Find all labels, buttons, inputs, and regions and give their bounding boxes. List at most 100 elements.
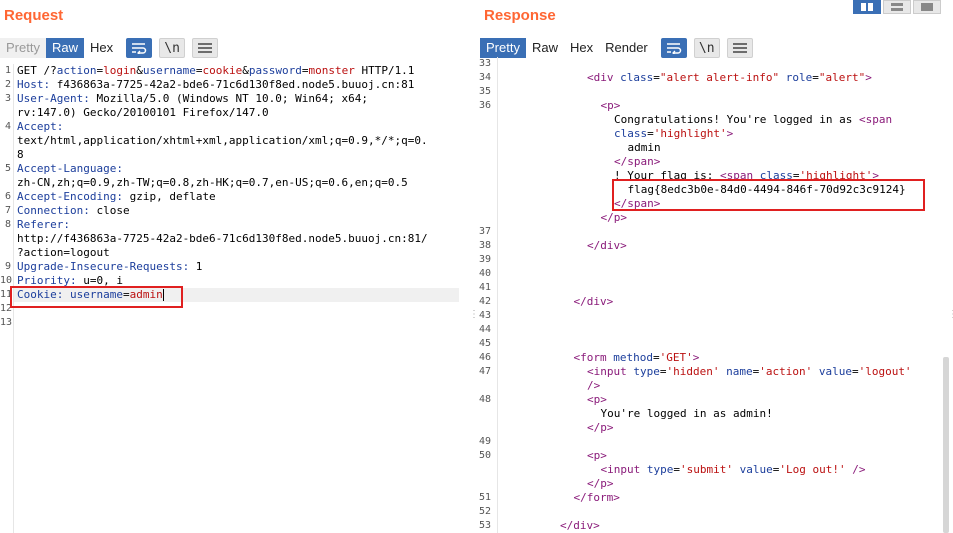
- code-token: 'action': [759, 365, 813, 378]
- code-token: =: [647, 127, 654, 140]
- code-line: Accept:: [17, 120, 63, 134]
- line-number: 41: [478, 282, 491, 293]
- code-line: class='highlight'>: [614, 127, 733, 141]
- line-number: [0, 176, 11, 190]
- layout-horizontal-icon[interactable]: [883, 0, 911, 14]
- code-token: type: [646, 463, 674, 476]
- line-number: 3: [4, 93, 11, 104]
- code-line: rv:147.0) Gecko/20100101 Firefox/147.0: [17, 106, 269, 120]
- pane-divider[interactable]: ⋮: [467, 0, 479, 533]
- code-line: <input type='submit' value='Log out!' />: [601, 463, 866, 477]
- code-line: 8: [17, 148, 24, 162]
- line-number: 53: [478, 520, 491, 531]
- line-number: 43: [478, 310, 491, 321]
- code-token: =: [812, 71, 819, 84]
- code-token: admin: [627, 141, 661, 154]
- response-editor[interactable]: 33 34 <div class="alert alert-info" role="…: [477, 57, 953, 533]
- newline-icon[interactable]: \n: [693, 38, 720, 58]
- flag-highlight-box: [612, 179, 925, 211]
- line-number: [477, 141, 491, 155]
- menu-icon[interactable]: [192, 38, 219, 58]
- code-line: />: [587, 379, 600, 393]
- code-token: You're logged in as admin!: [600, 407, 773, 420]
- line-number: 51: [478, 492, 491, 503]
- code-token: class: [620, 71, 654, 84]
- code-token: 'GET': [659, 351, 693, 364]
- code-token: login: [103, 64, 137, 77]
- line-number: [477, 379, 491, 393]
- wrap-icon[interactable]: [126, 38, 153, 58]
- code-token: </div>: [587, 239, 627, 252]
- line-number: 38: [478, 240, 491, 251]
- line-number: 7: [4, 205, 11, 216]
- line-number: [477, 127, 491, 141]
- line-number: [0, 246, 11, 260]
- code-token: method: [613, 351, 653, 364]
- code-line: </p>: [587, 421, 614, 435]
- code-line: Host: f436863a-7725-42a2-bde6-71c6d130f8…: [17, 78, 414, 92]
- code-token: role: [785, 71, 813, 84]
- line-number: 49: [478, 436, 491, 447]
- code-token: <input: [587, 365, 634, 378]
- code-line: http://f436863a-7725-42a2-bde6-71c6d130f…: [17, 232, 428, 246]
- code-token: </p>: [587, 477, 614, 490]
- request-tab-pretty[interactable]: Pretty: [0, 38, 46, 58]
- code-token: 1: [189, 260, 203, 273]
- code-token: <p>: [600, 99, 621, 112]
- code-token: 'hidden': [666, 365, 720, 378]
- line-number: 9: [4, 261, 11, 272]
- line-number: 8: [4, 219, 11, 230]
- line-number: 50: [478, 450, 491, 461]
- response-tab-pretty[interactable]: Pretty: [480, 38, 526, 58]
- code-line: <input type='hidden' name='action' value…: [587, 365, 912, 379]
- layout-toggle: [853, 0, 943, 14]
- code-token: >: [692, 351, 700, 364]
- code-token: 'highlight': [653, 127, 727, 140]
- menu-icon[interactable]: [726, 38, 753, 58]
- line-number: [477, 463, 491, 477]
- code-token: 'submit': [679, 463, 733, 476]
- code-token: value: [818, 365, 852, 378]
- code-token: >: [726, 127, 734, 140]
- line-number: 40: [478, 268, 491, 279]
- code-token: zh-CN,zh;q=0.9,zh-TW;q=0.8,zh-HK;q=0.7,e…: [17, 176, 408, 189]
- code-token: type: [633, 365, 660, 378]
- code-token: 'logout': [858, 365, 912, 378]
- code-line: Referer:: [17, 218, 70, 232]
- code-token: &: [136, 64, 143, 77]
- code-line: GET /?action=login&username=cookie&passw…: [17, 64, 414, 78]
- code-token: monster: [308, 64, 355, 77]
- request-tab-raw[interactable]: Raw: [45, 38, 84, 58]
- code-token: <span: [859, 113, 893, 126]
- code-token: rv:147.0) Gecko/20100101 Firefox/147.0: [17, 106, 269, 119]
- code-token: />: [852, 463, 866, 476]
- line-number: 39: [478, 254, 491, 265]
- response-tab-raw[interactable]: Raw: [526, 38, 564, 58]
- response-scrollbar[interactable]: [943, 357, 949, 533]
- response-tab-render[interactable]: Render: [599, 38, 654, 58]
- request-tab-hex[interactable]: Hex: [84, 38, 119, 58]
- code-token: <form: [573, 351, 614, 364]
- code-token: HTTP/1.1: [354, 64, 415, 77]
- response-tab-hex[interactable]: Hex: [564, 38, 599, 58]
- code-token: ?action=logout: [17, 246, 110, 259]
- code-token: User-Agent:: [17, 92, 90, 105]
- code-token: =: [653, 71, 660, 84]
- response-pane: Response Pretty Raw Hex Render \n 33 34 <d…: [477, 0, 953, 533]
- code-token: Upgrade-Insecure-Requests:: [17, 260, 190, 273]
- line-number: [477, 155, 491, 169]
- layout-single-icon[interactable]: [913, 0, 941, 14]
- code-token: cookie: [202, 64, 243, 77]
- line-number: 52: [478, 506, 491, 517]
- code-token: </div>: [573, 295, 614, 308]
- layout-split-icon[interactable]: [853, 0, 881, 14]
- wrap-icon[interactable]: [660, 38, 687, 58]
- code-token: username: [142, 64, 196, 77]
- code-token: "alert alert-info": [659, 71, 780, 84]
- newline-icon[interactable]: \n: [159, 38, 186, 58]
- request-toolbar: Pretty Raw Hex \n: [0, 37, 219, 59]
- line-number: 5: [4, 163, 11, 174]
- code-token: =: [673, 463, 680, 476]
